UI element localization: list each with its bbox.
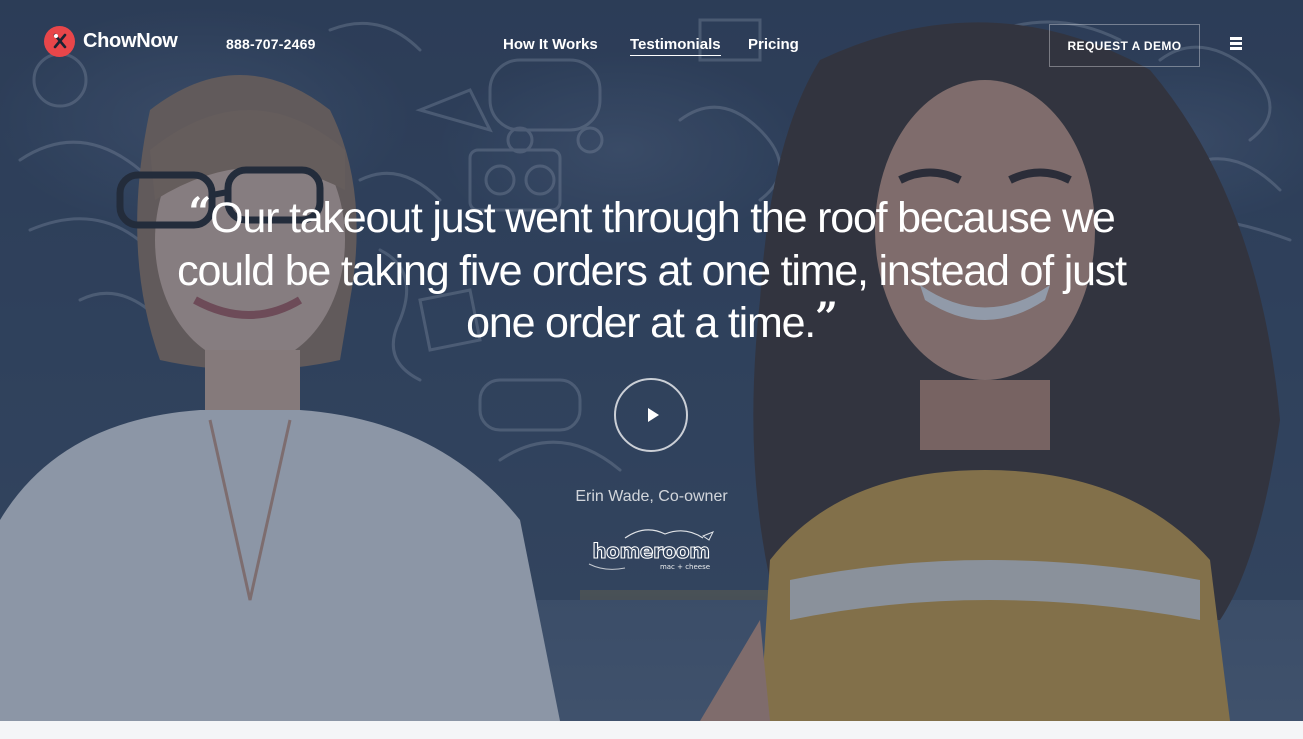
chownow-logo-mark-icon: [44, 25, 75, 57]
svg-text:homeroom: homeroom: [592, 539, 709, 563]
site-header: ChowNow 888-707-2469 How It Works Testim…: [0, 0, 1303, 90]
testimonial-author: Erin Wade, Co-owner: [575, 488, 728, 505]
testimonial-quote: “Our takeout just went through the roof …: [150, 189, 1153, 350]
svg-text:mac + cheese: mac + cheese: [660, 563, 710, 571]
hamburger-menu-icon[interactable]: [1230, 37, 1242, 51]
open-quote-mark: “: [188, 189, 211, 236]
play-video-button[interactable]: [614, 378, 688, 452]
chownow-logo[interactable]: ChowNow: [44, 25, 178, 57]
play-icon: [647, 408, 659, 422]
nav-how-it-works[interactable]: How It Works: [503, 36, 598, 53]
homeroom-logo: homeroom mac + cheese: [588, 529, 715, 571]
hero-color-overlay: [0, 0, 1303, 721]
brand-name: ChowNow: [83, 29, 178, 52]
request-demo-button[interactable]: REQUEST A DEMO: [1049, 24, 1200, 67]
nav-testimonials[interactable]: Testimonials: [630, 36, 721, 56]
hero-section: ChowNow 888-707-2469 How It Works Testim…: [0, 0, 1303, 721]
close-quote-mark: ”: [815, 294, 838, 341]
nav-pricing[interactable]: Pricing: [748, 36, 799, 53]
phone-link[interactable]: 888-707-2469: [226, 36, 316, 52]
quote-text: Our takeout just went through the roof b…: [177, 194, 1127, 347]
